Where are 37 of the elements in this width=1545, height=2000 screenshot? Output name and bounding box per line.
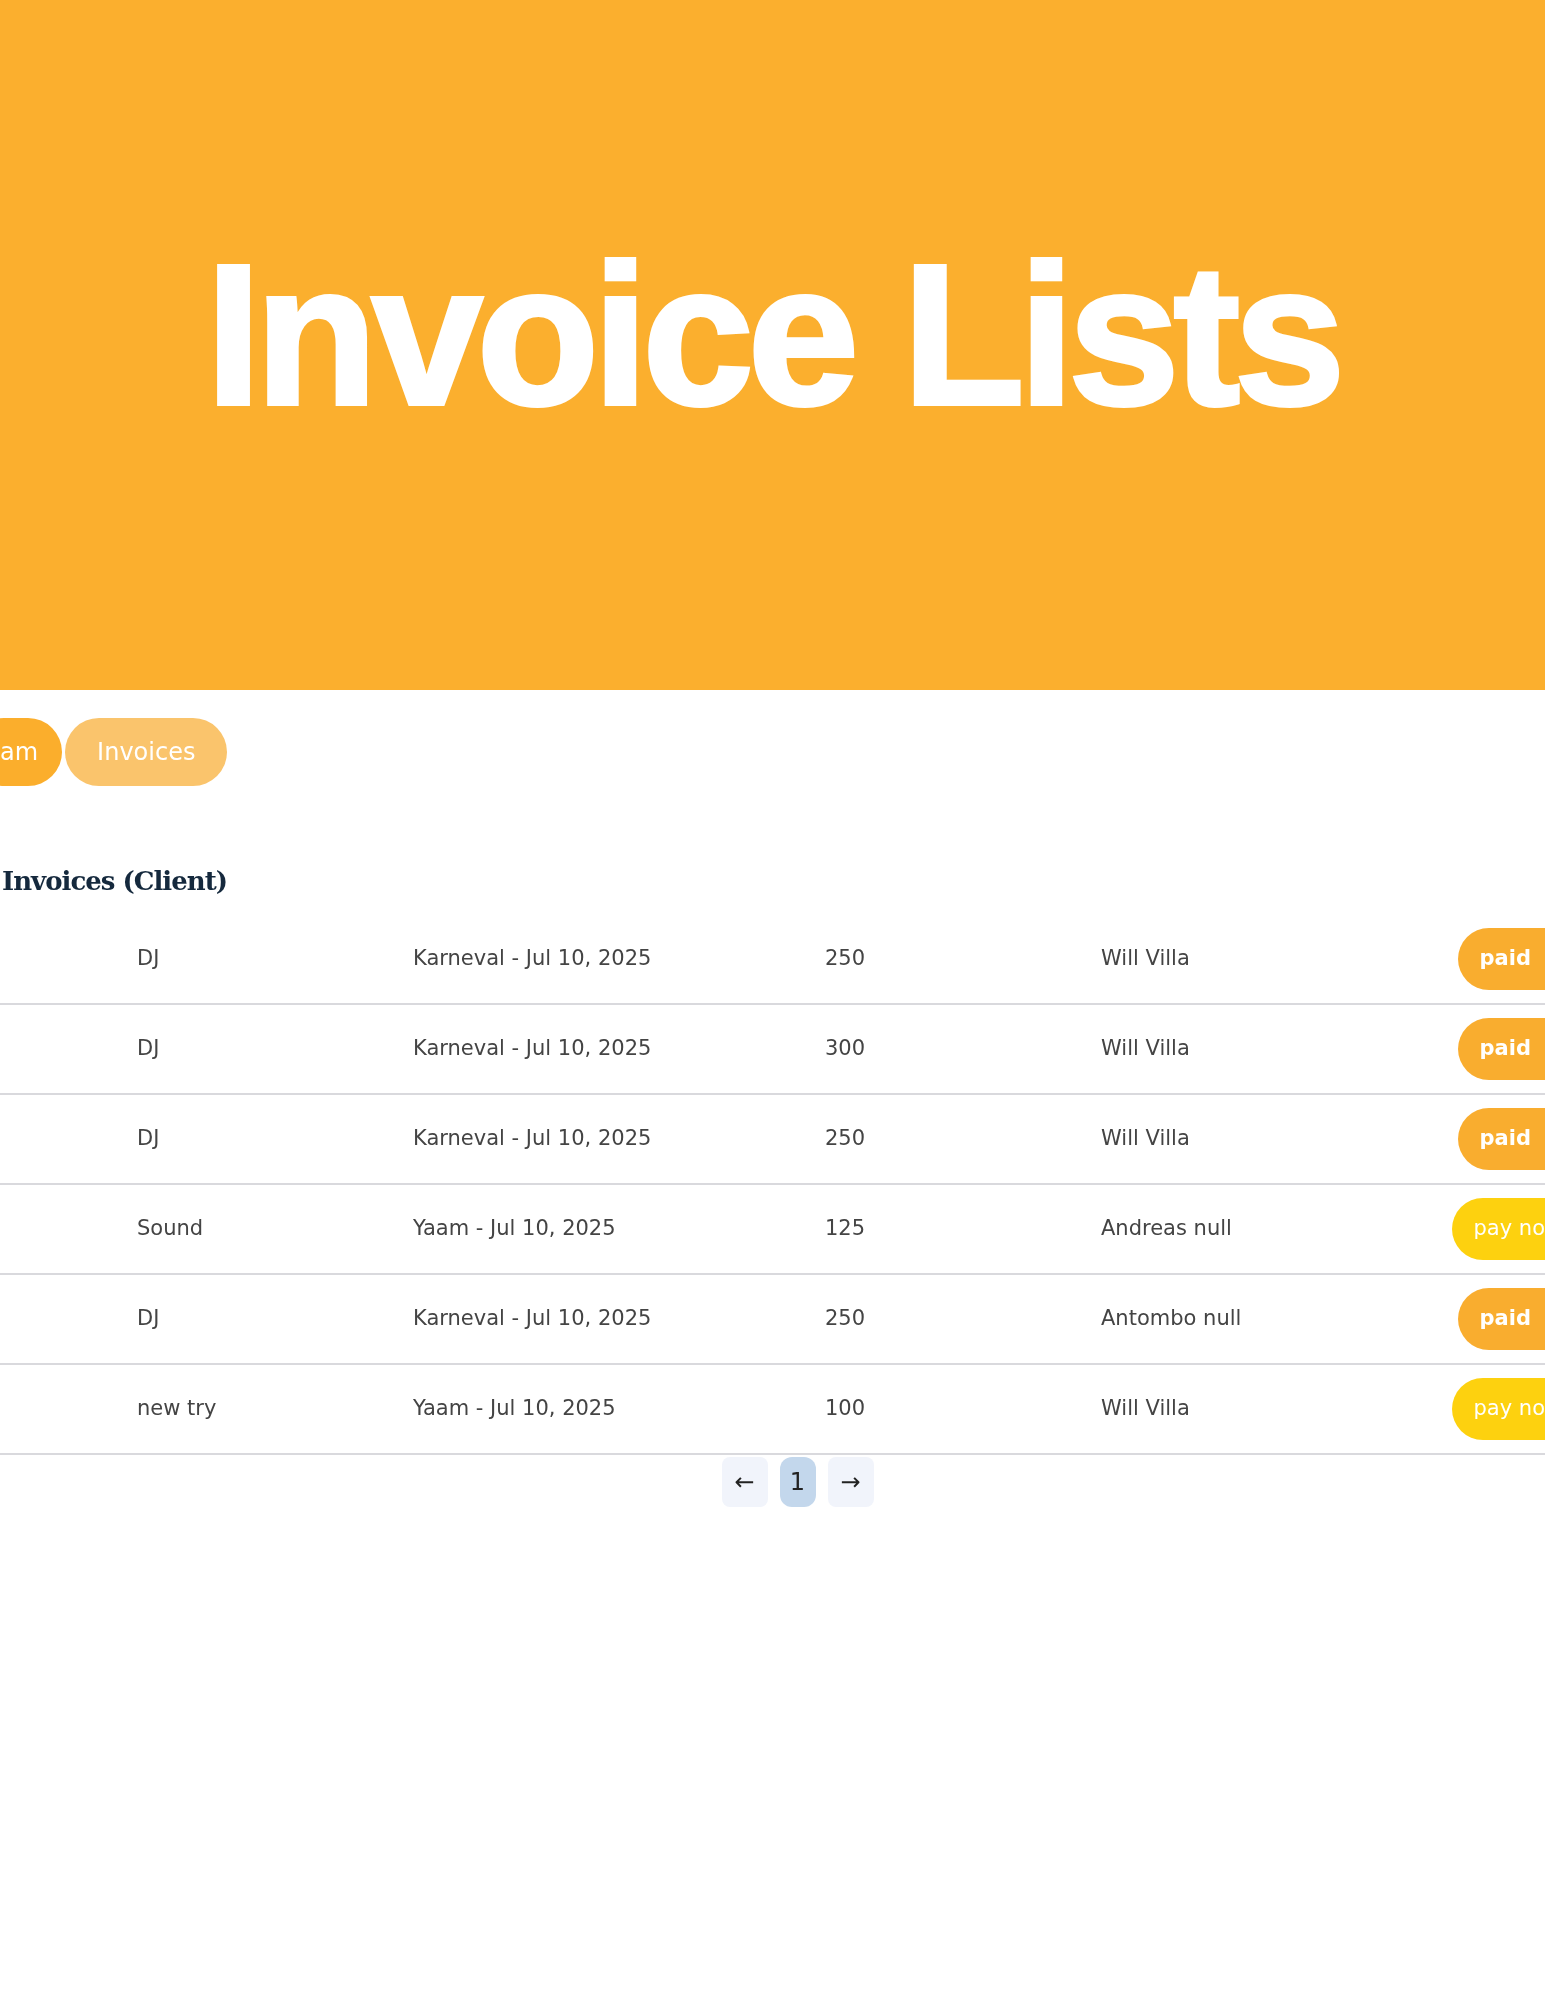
table-cell-text: 125 [825,1215,867,1243]
table-cell-text: Will Villa [1101,945,1191,973]
pay-now-button[interactable]: pay no [1451,1378,1545,1441]
pay-now-button[interactable]: pay no [1451,1198,1545,1261]
table-cell-text: Karneval - Jul 10, 2025 [413,1125,653,1153]
table-cell-text: Antombo null [1101,1305,1243,1333]
table-cell-text: Sound [137,1215,205,1243]
table-cell-text: DJ [137,1305,161,1333]
table-cell-text: Will Villa [1101,1125,1191,1153]
table-cell-text: 100 [825,1395,867,1423]
nav-tab[interactable]: Invoices [65,718,228,786]
table-cell-text: 300 [825,1035,867,1063]
page-button[interactable]: 1 [779,1457,816,1508]
previous-page-button[interactable]: ← [721,1457,768,1508]
table-cell-text: Karneval - Jul 10, 2025 [413,1305,653,1333]
paid-badge: paid [1457,928,1545,991]
table-cell-text: new try [137,1395,218,1423]
table-cell-text: 250 [825,945,867,973]
paid-badge: paid [1457,1288,1545,1351]
nav-tab[interactable]: am [0,718,63,786]
table-cell-text: DJ [137,945,161,973]
section-title: Invoices (Client) [2,866,228,898]
table-cell-text: Yaam - Jul 10, 2025 [413,1395,617,1423]
next-page-button[interactable]: → [827,1457,874,1508]
table-cell-text: Yaam - Jul 10, 2025 [413,1215,617,1243]
table-cell-text: Karneval - Jul 10, 2025 [413,945,653,973]
table-cell-text: DJ [137,1035,161,1063]
table-cell-text: Andreas null [1101,1215,1233,1243]
paid-badge: paid [1457,1108,1545,1171]
table-cell-text: Will Villa [1101,1035,1191,1063]
table-cell-text: 250 [825,1305,867,1333]
table-cell-text: DJ [137,1125,161,1153]
table-cell-text: Karneval - Jul 10, 2025 [413,1035,653,1063]
table-cell-text: 250 [825,1125,867,1153]
banner-title: Invoice Lists [205,235,1340,435]
paid-badge: paid [1457,1018,1545,1081]
table-cell-text: Will Villa [1101,1395,1191,1423]
